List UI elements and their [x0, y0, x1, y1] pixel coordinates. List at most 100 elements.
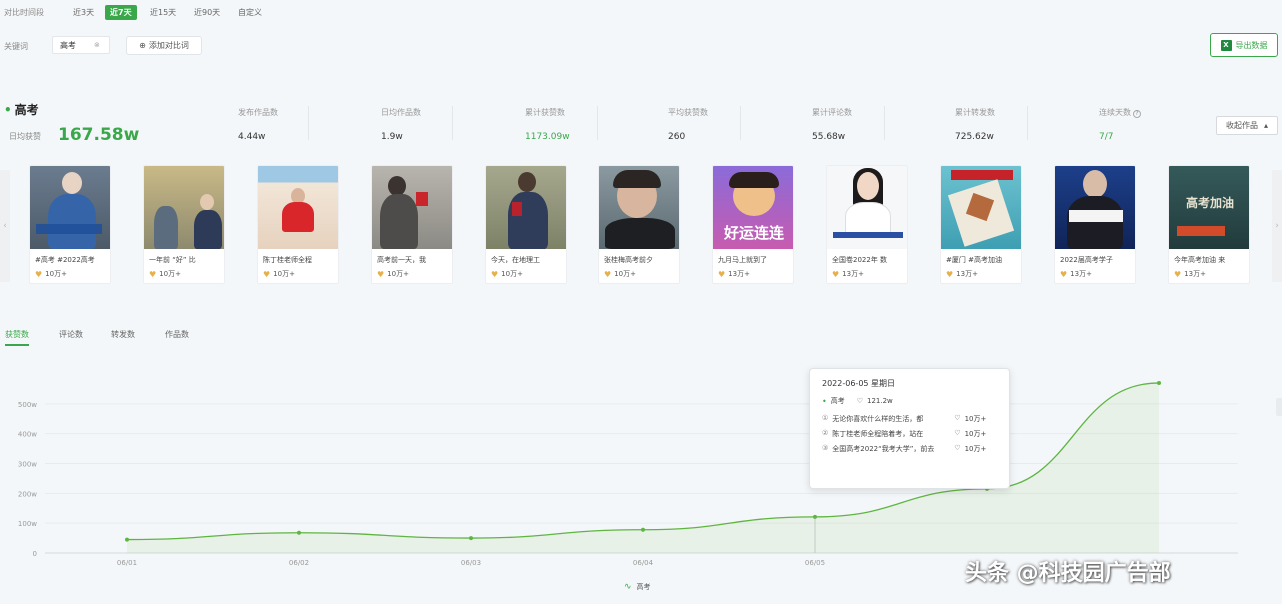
video-card-title: 一年前 “好” 比 — [149, 256, 196, 264]
heart-icon: ♥ — [604, 269, 612, 279]
video-card-likes: ♥ 13万+ — [713, 265, 793, 279]
stat-label: 发布作品数 — [238, 108, 278, 117]
video-card-title: #厦门 #高考加油 — [946, 256, 1002, 264]
range-tab-custom[interactable]: 自定义 — [233, 5, 267, 20]
scroll-left-button[interactable]: ‹ — [0, 170, 10, 282]
tooltip-row-likes: 10万+ — [964, 415, 987, 423]
likes-count: 10万+ — [387, 270, 409, 278]
plus-circle-icon: ⊕ — [139, 41, 146, 50]
range-tab-15d[interactable]: 近15天 — [145, 5, 181, 20]
stat-daily-works: 日均作品数 1.9w — [381, 107, 481, 142]
stat-label: 累计获赞数 — [525, 108, 565, 117]
video-thumbnail: 好运连连 — [713, 166, 793, 249]
collapse-works-button[interactable]: 收起作品 ▴ — [1216, 116, 1278, 135]
likes-count: 10万+ — [45, 270, 67, 278]
video-card[interactable]: #高考 #2022高考 ♥ 10万+ — [29, 165, 111, 284]
collapse-works-label: 收起作品 — [1225, 121, 1258, 130]
divider — [1027, 106, 1028, 140]
video-thumbnail — [258, 166, 338, 249]
tab-works[interactable]: 作品数 — [165, 329, 189, 344]
bullet-icon: • — [4, 103, 12, 117]
video-thumbnail — [941, 166, 1021, 249]
stat-label: 日均作品数 — [381, 108, 421, 117]
video-card-likes: ♥ 10万+ — [144, 265, 224, 279]
stat-value: 1.9w — [381, 132, 403, 142]
video-card[interactable]: 一年前 “好” 比 ♥ 10万+ — [143, 165, 225, 284]
video-card-title: 九月马上就到了 — [718, 256, 767, 264]
stat-value: 725.62w — [955, 132, 994, 142]
heart-icon: ♥ — [149, 269, 157, 279]
tooltip-row-title: 无论你喜欢什么样的生活，都 — [832, 415, 924, 423]
heart-icon: ♥ — [35, 269, 43, 279]
likes-trend-chart: 0 100w 200w 300w 400w 500w 06/01 06/02 06/03 06/0… — [18, 380, 1238, 567]
compare-period-label: 对比时间段 — [4, 8, 44, 17]
data-point — [813, 514, 817, 519]
video-card[interactable]: #厦门 #高考加油 ♥ 13万+ — [940, 165, 1022, 284]
range-tab-3d[interactable]: 近3天 — [68, 5, 99, 20]
video-card[interactable]: 2022届高考学子 ♥ 13万+ — [1054, 165, 1136, 284]
export-data-button[interactable]: X 导出数据 — [1210, 33, 1278, 57]
stat-total-likes: 累计获赞数 1173.09w — [525, 107, 625, 142]
video-card[interactable]: 好运连连 九月马上就到了 ♥ 13万+ — [712, 165, 794, 284]
info-icon[interactable]: ? — [1133, 110, 1141, 118]
video-thumbnail — [599, 166, 679, 249]
divider — [308, 106, 309, 140]
video-card[interactable]: 全国卷2022年 数 ♥ 13万+ — [826, 165, 908, 284]
tab-likes[interactable]: 获赞数 — [5, 329, 29, 346]
likes-count: 13万+ — [842, 270, 864, 278]
video-card[interactable]: 今天，在地理工 ♥ 10万+ — [485, 165, 567, 284]
side-panel-handle[interactable] — [1276, 398, 1282, 416]
total-likes-value: 167.58w — [58, 125, 140, 145]
stat-total-comments: 累计评论数 55.68w — [812, 107, 912, 142]
heart-icon: ♥ — [946, 269, 954, 279]
stat-label: 累计转发数 — [955, 108, 995, 117]
keyword-chip[interactable]: 高考 ⊗ — [52, 36, 110, 54]
divider — [740, 106, 741, 140]
range-tab-90d[interactable]: 近90天 — [189, 5, 225, 20]
y-tick-label: 200w — [18, 490, 37, 498]
video-card[interactable]: 张桂梅高考前夕 ♥ 10万+ — [598, 165, 680, 284]
video-card-likes: ♥ 10万+ — [599, 265, 679, 279]
heart-outline-icon: ♡ — [954, 414, 961, 422]
video-card-title: 今年高考加油 来 — [1174, 256, 1226, 264]
watermark: 头条 @科技园广告部 — [965, 561, 1171, 586]
video-card-title: 全国卷2022年 数 — [832, 256, 888, 264]
stat-label: 平均获赞数 — [668, 108, 708, 117]
video-thumbnail — [827, 166, 907, 249]
tooltip-row-title: 全国高考2022“我考大学”，前去 — [832, 445, 935, 453]
close-icon[interactable]: ⊗ — [94, 41, 100, 49]
video-card[interactable]: 高考前一天，我 ♥ 10万+ — [371, 165, 453, 284]
video-thumbnail — [30, 166, 110, 249]
stat-label: 连续天数 — [1099, 108, 1131, 117]
video-card-likes: ♥ 10万+ — [372, 265, 452, 279]
likes-count: 13万+ — [1070, 270, 1092, 278]
stat-value: 7/7 — [1099, 132, 1114, 142]
video-card[interactable]: 高考加油 今年高考加油 来 ♥ 13万+ — [1168, 165, 1250, 284]
export-data-label: 导出数据 — [1235, 40, 1268, 50]
data-point — [297, 530, 301, 535]
tab-shares[interactable]: 转发数 — [111, 329, 135, 344]
likes-count: 10万+ — [273, 270, 295, 278]
video-card-likes: ♥ 10万+ — [486, 265, 566, 279]
tab-comments[interactable]: 评论数 — [59, 329, 83, 344]
likes-count: 10万+ — [501, 270, 523, 278]
stat-value: 4.44w — [238, 132, 266, 142]
likes-count: 10万+ — [159, 270, 181, 278]
divider — [884, 106, 885, 140]
scroll-right-button[interactable]: › — [1272, 170, 1282, 282]
heart-icon: ♥ — [263, 269, 271, 279]
range-tab-7d[interactable]: 近7天 — [105, 5, 137, 20]
video-card-likes: ♥ 13万+ — [1055, 265, 1135, 279]
y-tick-label: 500w — [18, 401, 37, 409]
video-card-title: 张桂梅高考前夕 — [604, 256, 653, 264]
video-card-title: 今天，在地理工 — [491, 256, 540, 264]
y-tick-label: 300w — [18, 461, 37, 469]
video-card-title: 高考前一天，我 — [377, 256, 426, 264]
add-compare-keyword-button[interactable]: ⊕ 添加对比词 — [126, 36, 202, 55]
tooltip-row: ① 无论你喜欢什么样的生活，都 ♡ 10万+ — [822, 414, 997, 424]
chart-legend[interactable]: ∿ 高考 — [624, 582, 651, 592]
video-card[interactable]: 陈丁桂老师全程 ♥ 10万+ — [257, 165, 339, 284]
tooltip-series: • 高考 ♡ 121.2w — [822, 396, 997, 406]
likes-count: 13万+ — [1184, 270, 1206, 278]
video-card-likes: ♥ 10万+ — [258, 265, 338, 279]
